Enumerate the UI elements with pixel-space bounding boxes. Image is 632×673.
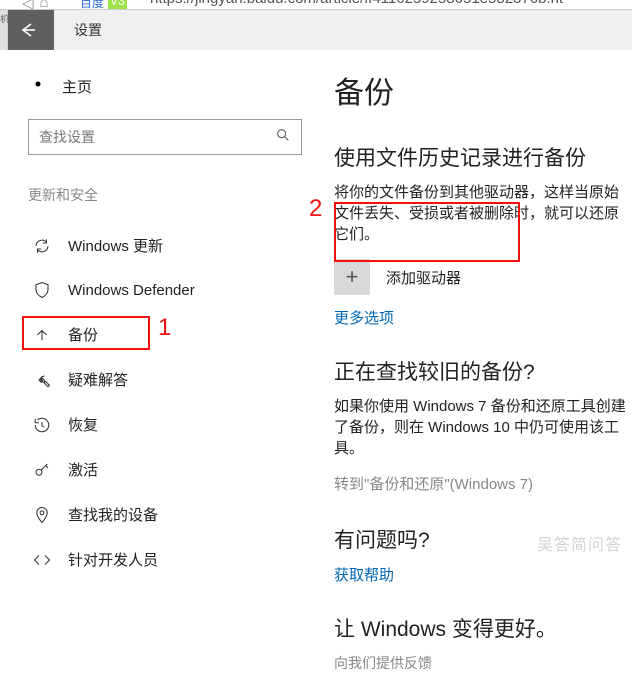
section-heading-file-history: 使用文件历史记录进行备份 bbox=[334, 142, 630, 172]
sidebar-home-label: 主页 bbox=[62, 76, 92, 97]
gear-icon bbox=[28, 74, 48, 99]
sidebar-item-developers[interactable]: 针对开发人员 bbox=[28, 537, 302, 582]
get-help-link[interactable]: 获取帮助 bbox=[334, 564, 630, 585]
sidebar-item-label: 疑难解答 bbox=[68, 369, 128, 390]
site-badge-text: 百度 bbox=[80, 0, 104, 10]
more-options-link[interactable]: 更多选项 bbox=[334, 307, 630, 328]
sidebar-item-label: 激活 bbox=[68, 459, 98, 480]
sidebar-item-label: Windows Defender bbox=[68, 282, 195, 299]
section-body-older-backup: 如果你使用 Windows 7 备份和还原工具创建了备份，则在 Windows … bbox=[334, 396, 630, 459]
sidebar-home[interactable]: 主页 bbox=[28, 74, 302, 99]
history-icon bbox=[32, 415, 52, 435]
sidebar-item-label: 备份 bbox=[68, 324, 98, 345]
settings-title-bar: 设置 bbox=[0, 10, 632, 50]
address-bar-url: https://jingyan.baidu.com/article/ff4116… bbox=[150, 0, 563, 7]
section-body-file-history: 将你的文件备份到其他驱动器，这样当原始文件丢失、受损或者被删除时，就可以还原它们… bbox=[334, 182, 630, 245]
search-icon bbox=[275, 127, 291, 148]
sidebar-item-label: 查找我的设备 bbox=[68, 504, 158, 525]
sidebar-item-windows-update[interactable]: Windows 更新 bbox=[28, 223, 302, 268]
sidebar-item-troubleshoot[interactable]: 疑难解答 bbox=[28, 357, 302, 402]
wrench-icon bbox=[32, 370, 52, 390]
search-box[interactable] bbox=[28, 119, 302, 155]
add-drive-button[interactable]: + 添加驱动器 bbox=[334, 259, 630, 295]
section-heading-feedback: 让 Windows 变得更好。 bbox=[334, 613, 630, 643]
sidebar-item-label: 恢复 bbox=[68, 414, 98, 435]
browser-back-icon: ◁ bbox=[22, 0, 34, 10]
browser-chrome-fragment: ◁ ⌂ 百度 V3 https://jingyan.baidu.com/arti… bbox=[0, 0, 632, 10]
main-panel: 备份 使用文件历史记录进行备份 将你的文件备份到其他驱动器，这样当原始文件丢失、… bbox=[330, 50, 630, 579]
home-icon: ⌂ bbox=[40, 0, 49, 10]
sidebar-section-header: 更新和安全 bbox=[28, 185, 302, 205]
sidebar: 主页 更新和安全 Windows 更新 Windows Defender 备份 … bbox=[0, 50, 330, 579]
sidebar-item-recovery[interactable]: 恢复 bbox=[28, 402, 302, 447]
plus-icon: + bbox=[334, 259, 370, 295]
page-title: 备份 bbox=[334, 68, 630, 112]
upload-icon bbox=[32, 325, 52, 345]
watermark-text: 吴答简问答 bbox=[537, 531, 622, 555]
site-badge-v: V3 bbox=[108, 0, 127, 10]
arrow-left-icon bbox=[17, 20, 37, 40]
sidebar-item-find-device[interactable]: 查找我的设备 bbox=[28, 492, 302, 537]
sidebar-item-defender[interactable]: Windows Defender bbox=[28, 268, 302, 312]
feedback-link[interactable]: 向我们提供反馈 bbox=[334, 655, 432, 671]
search-input[interactable] bbox=[39, 129, 275, 145]
sidebar-item-backup[interactable]: 备份 bbox=[28, 312, 302, 357]
section-heading-older-backup: 正在查找较旧的备份? bbox=[334, 356, 630, 386]
sidebar-item-activation[interactable]: 激活 bbox=[28, 447, 302, 492]
code-icon bbox=[32, 550, 52, 570]
left-tab-fragment: 机 bbox=[0, 10, 8, 50]
key-icon bbox=[32, 460, 52, 480]
sidebar-item-label: Windows 更新 bbox=[68, 235, 163, 256]
goto-backup-restore-link[interactable]: 转到"备份和还原"(Windows 7) bbox=[334, 473, 630, 494]
location-icon bbox=[32, 505, 52, 525]
sidebar-item-label: 针对开发人员 bbox=[68, 549, 158, 570]
add-drive-label: 添加驱动器 bbox=[386, 267, 461, 288]
sync-icon bbox=[32, 236, 52, 256]
settings-title: 设置 bbox=[74, 20, 102, 40]
shield-icon bbox=[32, 280, 52, 300]
